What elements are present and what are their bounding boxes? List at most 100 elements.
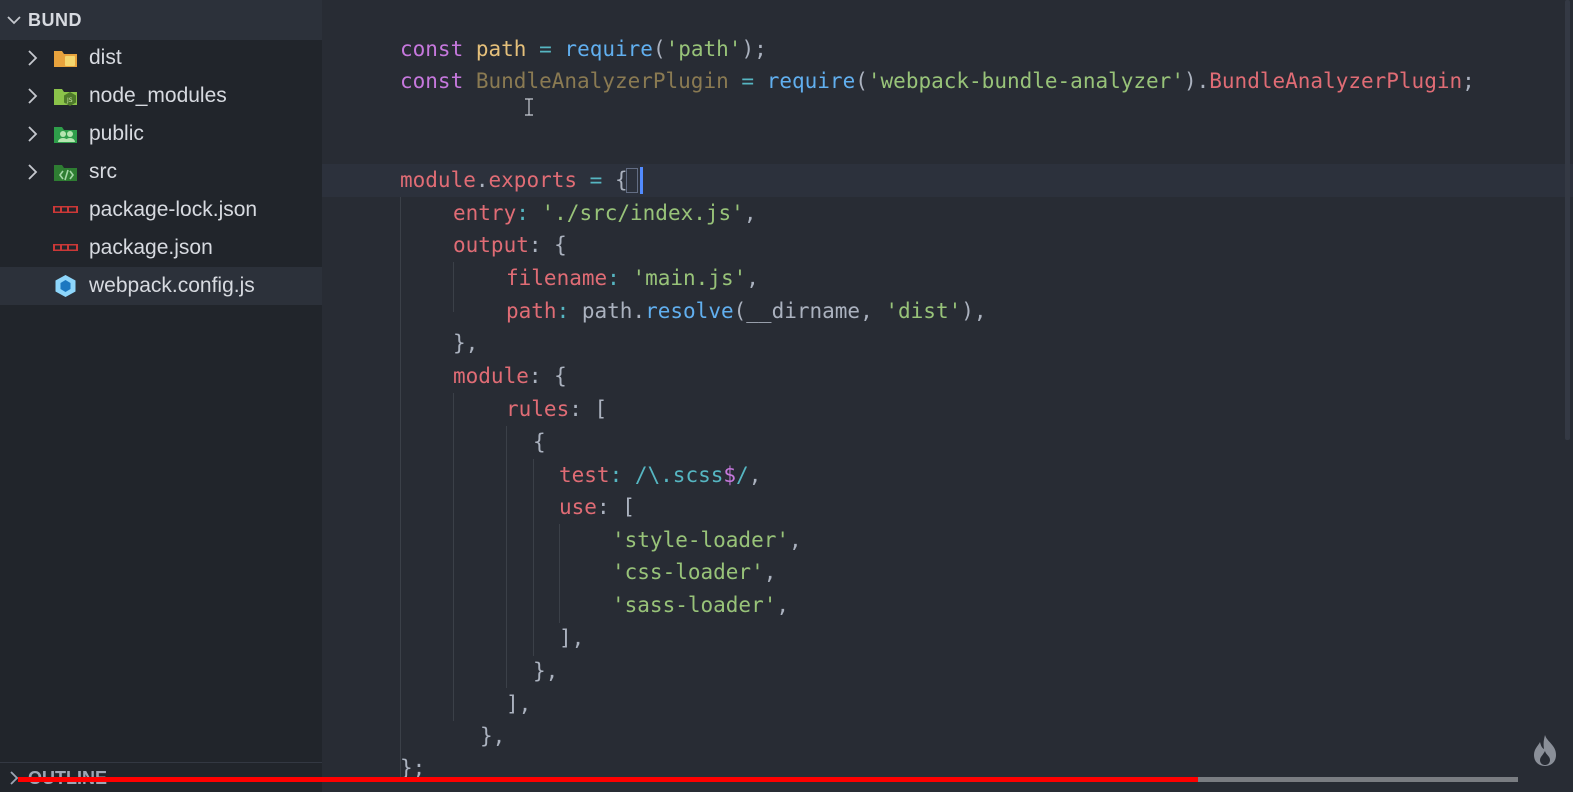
editor-scrollbar[interactable] bbox=[1565, 0, 1570, 440]
tree-item-label: src bbox=[89, 160, 117, 183]
explorer-section-title: BUND bbox=[28, 9, 82, 30]
token-variable: __dirname bbox=[746, 299, 861, 323]
token-property: exports bbox=[488, 168, 578, 192]
tree-item-src[interactable]: src bbox=[0, 153, 322, 191]
token-property: module bbox=[453, 364, 529, 388]
token-property: rules bbox=[506, 397, 570, 421]
token-property: use bbox=[559, 495, 597, 519]
code-editor[interactable]: const path = require('path'); const Bund… bbox=[322, 0, 1573, 792]
svg-text:JS: JS bbox=[66, 97, 73, 104]
indent-guide bbox=[453, 393, 454, 721]
token-punctuation: : { bbox=[528, 233, 567, 257]
token-punctuation: ); bbox=[741, 37, 767, 61]
code-line-21: ], bbox=[506, 688, 531, 721]
token-punctuation: { bbox=[533, 430, 546, 454]
folder-node-icon: JS bbox=[54, 89, 77, 106]
explorer-section-header[interactable]: BUND bbox=[0, 0, 322, 40]
token-punctuation: ( bbox=[733, 299, 747, 323]
code-line-16: 'style-loader', bbox=[612, 524, 802, 557]
token-function: resolve bbox=[645, 299, 734, 323]
code-line-22: }, bbox=[480, 720, 505, 753]
code-line-7: output: { bbox=[453, 229, 567, 262]
tree-item-label: public bbox=[89, 122, 144, 145]
code-line-18: 'sass-loader', bbox=[612, 589, 789, 622]
tree-item-label: package.json bbox=[89, 236, 213, 259]
code-line-1: const path = require('path'); bbox=[400, 33, 767, 66]
token-punctuation: ; bbox=[1462, 69, 1475, 93]
token-string: 'webpack-bundle-analyzer' bbox=[867, 69, 1184, 93]
token-operator: : bbox=[609, 463, 635, 487]
token-string: './src/index.js' bbox=[541, 201, 744, 225]
video-progress-bar[interactable] bbox=[18, 777, 1518, 782]
token-punctuation: }, bbox=[453, 331, 479, 355]
token-function: require bbox=[564, 37, 653, 61]
token-punctuation: ], bbox=[559, 626, 585, 650]
bracket-match-highlight bbox=[626, 168, 638, 193]
token-keyword: const bbox=[400, 37, 464, 61]
token-punctuation: : [ bbox=[569, 397, 608, 421]
code-line-13: { bbox=[533, 426, 546, 459]
token-function: require bbox=[766, 69, 856, 93]
flame-icon bbox=[1534, 735, 1556, 766]
tree-item-package-json[interactable]: package.json bbox=[0, 229, 322, 267]
code-line-17: 'css-loader', bbox=[612, 556, 776, 589]
folder-dist-icon bbox=[54, 51, 77, 67]
token-punctuation: . bbox=[632, 299, 646, 323]
code-line-11: module: { bbox=[453, 360, 567, 393]
tree-item-webpack-config-js[interactable]: webpack.config.js bbox=[0, 267, 322, 305]
code-line-15: use: [ bbox=[559, 491, 635, 524]
token-string: 'main.js' bbox=[632, 266, 747, 290]
tree-item-public[interactable]: public bbox=[0, 115, 322, 153]
tree-item-label: node_modules bbox=[89, 84, 227, 107]
token-operator: = bbox=[741, 69, 755, 93]
token-punctuation: ( bbox=[652, 37, 666, 61]
token-string: 'css-loader' bbox=[612, 560, 764, 584]
token-variable: BundleAnalyzerPlugin bbox=[475, 69, 729, 93]
webpack-icon bbox=[55, 275, 76, 297]
token-property: output bbox=[453, 233, 529, 257]
token-string: 'dist' bbox=[885, 299, 962, 323]
chevron-right-icon bbox=[28, 50, 38, 66]
code-line-8: filename: 'main.js', bbox=[506, 262, 759, 295]
token-variable: path bbox=[475, 37, 527, 61]
token-punctuation: , bbox=[763, 560, 777, 584]
token-string: 'sass-loader' bbox=[612, 593, 777, 617]
code-line-6: entry: './src/index.js', bbox=[453, 197, 756, 230]
token-operator: : bbox=[516, 201, 542, 225]
folder-src-icon bbox=[54, 165, 77, 181]
token-punctuation: ). bbox=[1183, 69, 1210, 93]
chevron-right-icon bbox=[28, 88, 38, 104]
indent-guide bbox=[400, 197, 401, 782]
token-regex: / bbox=[736, 463, 749, 487]
token-property: filename bbox=[506, 266, 608, 290]
chevron-down-icon bbox=[0, 0, 28, 40]
indent-guide bbox=[506, 426, 507, 688]
code-line-12: rules: [ bbox=[506, 393, 607, 426]
token-operator: = bbox=[577, 168, 615, 192]
token-punctuation: , bbox=[776, 593, 790, 617]
token-regex: /\.scss bbox=[634, 463, 724, 487]
token-punctuation: }, bbox=[533, 659, 559, 683]
code-line-10: }, bbox=[453, 327, 478, 360]
indent-guide bbox=[559, 524, 560, 623]
token-property: path bbox=[506, 299, 557, 323]
indent-guide bbox=[533, 459, 534, 656]
token-punctuation: , bbox=[860, 299, 886, 323]
token-property: BundleAnalyzerPlugin bbox=[1209, 69, 1463, 93]
code-line-5: module.exports = { bbox=[400, 164, 628, 197]
token-punctuation: . bbox=[475, 168, 489, 192]
npm-icon bbox=[53, 206, 78, 213]
token-variable: module bbox=[400, 168, 476, 192]
npm-icon bbox=[53, 244, 78, 251]
code-line-14: test: /\.scss$/, bbox=[559, 459, 761, 492]
video-progress-played bbox=[18, 777, 1199, 782]
token-punctuation: , bbox=[746, 266, 759, 290]
token-operator: : bbox=[607, 266, 633, 290]
token-property: entry bbox=[453, 201, 517, 225]
text-cursor-ibeam-icon bbox=[525, 98, 533, 116]
code-line-20: }, bbox=[533, 655, 558, 688]
tree-item-node-modules[interactable]: JS node_modules bbox=[0, 77, 322, 115]
token-punctuation: , bbox=[748, 463, 762, 487]
tree-item-dist[interactable]: dist bbox=[0, 39, 322, 77]
tree-item-package-lock-json[interactable]: package-lock.json bbox=[0, 191, 322, 229]
